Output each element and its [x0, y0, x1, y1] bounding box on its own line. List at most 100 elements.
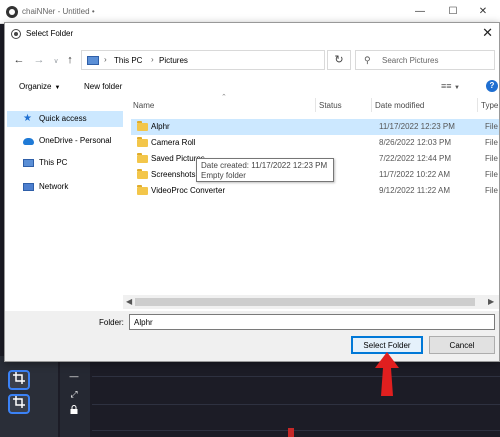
- dialog-toolbar: Organize ▼ New folder ≡≡ ▼ ?: [5, 75, 499, 97]
- select-folder-dialog: Select Folder ✕ ← → ∨ ↑ › This PC › Pict…: [4, 22, 500, 362]
- column-divider[interactable]: [477, 98, 478, 112]
- app-title-bar: chaiNNer - Untitled • — ☐ ✕: [0, 0, 500, 24]
- view-options-button[interactable]: ≡≡ ▼: [441, 81, 460, 91]
- back-button[interactable]: ←: [13, 54, 25, 66]
- file-date: 9/12/2022 11:22 AM: [379, 186, 451, 195]
- breadcrumb-separator: ›: [104, 55, 107, 64]
- folder-icon: [137, 137, 148, 147]
- folder-name-row: Folder:: [5, 311, 499, 333]
- file-type: File fo: [485, 186, 500, 195]
- file-date: 11/7/2022 10:22 AM: [379, 170, 451, 179]
- node-selector-panel: [0, 356, 58, 437]
- minus-icon[interactable]: —: [68, 370, 80, 382]
- canvas-edge-marker: [288, 428, 294, 437]
- search-icon: ⚲: [364, 55, 371, 65]
- crop-icon: [13, 372, 25, 384]
- folder-tooltip: Date created: 11/17/2022 12:23 PM Empty …: [196, 158, 334, 182]
- crop-icon: [13, 396, 25, 408]
- column-divider[interactable]: [371, 98, 372, 112]
- file-type: File fo: [485, 154, 500, 163]
- file-type: File fo: [485, 138, 500, 147]
- minimize-button[interactable]: —: [405, 4, 435, 20]
- file-name: Camera Roll: [151, 138, 196, 147]
- breadcrumb-separator: ›: [151, 55, 154, 64]
- scroll-right-icon[interactable]: ▶: [488, 297, 494, 306]
- nav-item-label: OneDrive - Personal: [39, 136, 112, 145]
- folder-icon: [137, 121, 148, 131]
- folder-icon: [137, 169, 148, 179]
- file-type: File fo: [485, 122, 500, 131]
- tooltip-date-created: Date created: 11/17/2022 12:23 PM: [201, 161, 328, 170]
- file-row[interactable]: Camera Roll 8/26/2022 12:03 PM File fo: [131, 135, 500, 151]
- lock-icon[interactable]: [68, 405, 80, 417]
- crop-node-button[interactable]: [8, 394, 30, 414]
- app-title: chaiNNer - Untitled •: [22, 7, 95, 16]
- canvas-grid-line: [92, 376, 500, 377]
- search-input[interactable]: [382, 54, 492, 67]
- column-header-name[interactable]: Name: [133, 101, 154, 110]
- navigation-pane: ★ Quick access OneDrive - Personal This …: [5, 97, 125, 297]
- column-header-status[interactable]: Status: [319, 101, 342, 110]
- file-name: Screenshots: [151, 170, 196, 179]
- organize-menu[interactable]: Organize ▼: [19, 82, 60, 91]
- sort-ascending-icon: ⌃: [221, 94, 227, 101]
- this-pc-icon: [87, 56, 99, 65]
- file-date: 7/22/2022 12:44 PM: [379, 154, 452, 163]
- new-folder-button[interactable]: New folder: [84, 82, 122, 91]
- file-date: 8/26/2022 12:03 PM: [379, 138, 452, 147]
- nav-item-network[interactable]: Network: [7, 179, 123, 195]
- dialog-close-button[interactable]: ✕: [482, 26, 493, 40]
- search-box[interactable]: ⚲: [355, 50, 495, 70]
- chainner-logo-icon: [6, 6, 18, 18]
- folder-name-input[interactable]: [129, 314, 495, 330]
- address-bar[interactable]: › This PC › Pictures ∨: [81, 50, 373, 70]
- forward-button[interactable]: →: [33, 54, 45, 66]
- cancel-button[interactable]: Cancel: [429, 336, 495, 354]
- dialog-title: Select Folder: [26, 29, 74, 38]
- crop-node-button[interactable]: [8, 370, 30, 390]
- file-row[interactable]: VideoProc Converter 9/12/2022 11:22 AM F…: [131, 183, 500, 199]
- cloud-icon: [23, 138, 34, 145]
- column-header-date-modified[interactable]: Date modified: [375, 101, 424, 110]
- breadcrumb-this-pc[interactable]: This PC: [114, 56, 142, 65]
- refresh-icon: ↻: [334, 54, 344, 66]
- up-button[interactable]: ↑: [64, 54, 76, 66]
- breadcrumb-pictures[interactable]: Pictures: [159, 56, 188, 65]
- expand-icon[interactable]: ⤢: [68, 388, 80, 400]
- file-date: 11/17/2022 12:23 PM: [379, 122, 455, 131]
- network-icon: [23, 183, 34, 191]
- computer-icon: [23, 159, 34, 167]
- file-type: File fo: [485, 170, 500, 179]
- scroll-left-icon[interactable]: ◀: [126, 297, 132, 306]
- caret-down-icon: ▼: [54, 85, 61, 91]
- nav-item-onedrive[interactable]: OneDrive - Personal: [7, 133, 123, 149]
- tooltip-description: Empty folder: [201, 171, 246, 180]
- file-row[interactable]: Alphr 11/17/2022 12:23 PM File fo: [131, 119, 500, 135]
- recent-locations-button[interactable]: ∨: [50, 56, 62, 68]
- app-icon: [11, 29, 21, 39]
- address-row: ← → ∨ ↑ › This PC › Pictures ∨ ↻ ⚲: [5, 45, 499, 75]
- file-list: ⌃ Name Status Date modified Type Alphr 1…: [129, 94, 500, 315]
- dialog-button-row: Select Folder Cancel: [5, 333, 499, 361]
- nav-item-label: Network: [39, 182, 69, 191]
- column-header-type[interactable]: Type: [481, 101, 498, 110]
- horizontal-scrollbar[interactable]: ◀ ▶: [123, 295, 499, 309]
- maximize-button[interactable]: ☐: [438, 4, 468, 20]
- app-close-button[interactable]: ✕: [468, 4, 498, 20]
- star-icon: ★: [23, 113, 32, 124]
- column-divider[interactable]: [315, 98, 316, 112]
- folder-label: Folder:: [99, 318, 124, 327]
- red-arrow-annotation: [375, 352, 399, 396]
- canvas-grid-line: [92, 430, 500, 431]
- dialog-title-bar: Select Folder ✕: [5, 23, 499, 45]
- refresh-button[interactable]: ↻: [327, 50, 351, 70]
- canvas-grid-line: [92, 404, 500, 405]
- nav-item-this-pc[interactable]: This PC: [7, 155, 123, 171]
- folder-icon: [137, 153, 148, 163]
- folder-icon: [137, 185, 148, 195]
- nav-item-label: Quick access: [39, 114, 87, 123]
- file-name: Alphr: [151, 122, 170, 131]
- nav-item-quick-access[interactable]: ★ Quick access: [7, 111, 123, 127]
- help-icon[interactable]: ?: [486, 80, 498, 92]
- scrollbar-thumb[interactable]: [135, 298, 475, 306]
